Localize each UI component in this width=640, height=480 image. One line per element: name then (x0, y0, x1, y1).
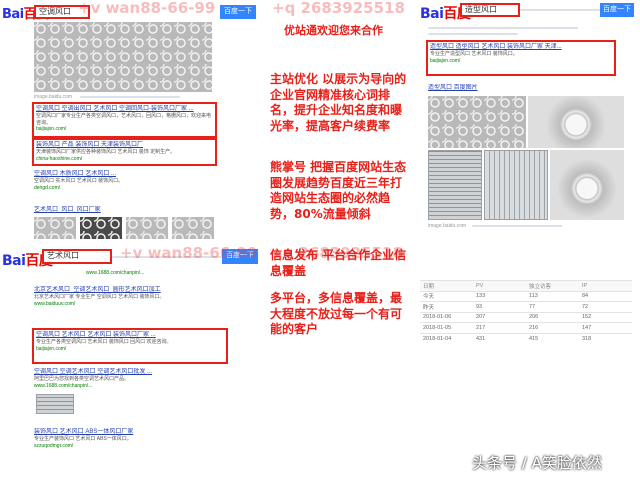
visitor-stats-table: 日期 PV 独立访客 IP 今天 133 113 84 昨天 93 77 72 … (420, 280, 632, 344)
search-input[interactable]: 艺术风口 (42, 249, 112, 264)
watermark-right: +q 2683925518 (272, 0, 405, 17)
serp-panel-top-right: Bai百度 造型风口 百度一下 造型风口 造型风口 艺术风口 装饰风口厂家 天津… (414, 0, 640, 250)
vent-grille-image[interactable] (428, 96, 526, 148)
table-cell: 133 (473, 290, 526, 302)
result-item[interactable]: 造型风口 造型风口 艺术风口 装饰风口厂家 天津... 专业生产造型风口 艺术风… (426, 40, 616, 76)
result-url[interactable]: www.1688.com/chanpin/... (86, 270, 144, 276)
result-url[interactable]: www.baiduuv.com/ (34, 301, 224, 308)
ceiling-vent-image[interactable] (528, 96, 624, 148)
promo-column: 优站通欢迎您来合作 主站优化 以展示为导向的企业官网精准核心词排名，提升企业知名… (270, 22, 410, 338)
table-cell: 431 (473, 332, 526, 344)
table-cell: 2018-01-04 (420, 332, 473, 344)
table-cell: 今天 (420, 290, 473, 302)
promo-paragraph: 多平台，多信息覆盖，最大程度不放过每一个有可能的客户 (270, 291, 403, 336)
result-title[interactable]: 造型风口 百度图片 (428, 84, 548, 92)
promo-paragraph: 熊掌号 把握百度网站生态圈发展趋势百度近三年打造网站生态圈的必然趋势，80%流量… (270, 160, 407, 221)
round-vent-image[interactable] (550, 150, 624, 220)
result-item[interactable]: 北京艺术风口_空调艺术风口_圆形艺术风口加工 北京艺术风口厂家 专业生产 空调风… (34, 286, 224, 322)
image-result-header[interactable]: 造型风口 百度图片 (428, 84, 548, 94)
divider (472, 225, 562, 227)
result-title[interactable]: 造型风口 造型风口 艺术风口 装饰风口厂家 天津... (430, 43, 612, 51)
thumbnail-image[interactable] (80, 217, 122, 239)
table-header: PV (473, 280, 526, 291)
author-watermark: 头条号 / A笑脸依然 (472, 454, 602, 472)
table-cell: 207 (473, 311, 526, 323)
result-item[interactable]: 装饰风口 艺术风口 ABS一体风口厂家 专业生产装饰风口 艺术风口 ABS一体风… (34, 428, 224, 474)
related-result[interactable]: 艺术风口_风口_风口厂家 (34, 206, 219, 216)
table-cell: 昨天 (420, 301, 473, 312)
result-title[interactable]: 空调风口 艺术风口 艺术风口 装饰风口厂家 ... (36, 331, 224, 339)
thumbnail-image[interactable] (172, 217, 214, 239)
thumbnail-image[interactable] (36, 394, 74, 414)
table-cell: 217 (473, 322, 526, 333)
promo-paragraph: 信息发布 平台合作企业信息覆盖 (270, 248, 407, 278)
result-title[interactable]: 空调风口 木质风口 艺术风口 ... (34, 170, 219, 178)
result-url[interactable]: dengd.com/ (34, 185, 219, 192)
serp-panel-bottom-left: Bai百度 艺术风口 百度一下 www.1688.com/chanpin/...… (0, 246, 262, 480)
table-row: 今天 133 113 84 (420, 290, 632, 302)
result-item[interactable]: 空调风口 艺术风口 艺术风口 装饰风口厂家 ... 专业生产各类空调风口 艺术风… (32, 328, 228, 364)
table-cell: 72 (579, 301, 632, 312)
search-button[interactable]: 百度一下 (600, 3, 634, 17)
result-item[interactable]: 装饰风口 产品 装饰风口 天津装饰风口厂 天津装饰风口厂家供应各种装饰风口 艺术… (32, 138, 217, 166)
table-header: 独立访客 (526, 280, 579, 291)
result-title[interactable]: 空调风口 空调艺术风口 空调艺术风口批发 ... (34, 368, 224, 376)
promo-headline: 优站通欢迎您来合作 (284, 24, 383, 37)
carved-vent-image[interactable] (34, 22, 212, 92)
result-url[interactable]: china-haoshine.com/ (36, 156, 213, 163)
result-title[interactable]: 装饰风口 产品 装饰风口 天津装饰风口厂 (36, 141, 213, 149)
table-cell: 318 (579, 332, 632, 344)
result-item[interactable]: 空调风口 木质风口 艺术风口 ... 空调风口 实木风口 艺术风口 装饰风口。 … (34, 170, 219, 200)
result-url[interactable]: szzuqodmgr.com/ (34, 443, 224, 450)
image-caption: image.baidu.com (428, 223, 467, 229)
search-input[interactable]: 造型风口 (460, 3, 520, 17)
search-input-rest (520, 9, 600, 11)
image-caption: image.baidu.com (34, 94, 73, 100)
thumbnail-image[interactable] (126, 217, 168, 239)
table-cell: 152 (579, 311, 632, 323)
search-button[interactable]: 百度一下 (220, 5, 256, 19)
table-row: 2018-01-04 431 415 318 (420, 332, 632, 344)
result-url[interactable]: baijiajxn.com/ (430, 58, 612, 65)
result-title[interactable]: 北京艺术风口_空调艺术风口_圆形艺术风口加工 (34, 286, 224, 294)
baidu-paw-icon: Bai (2, 7, 24, 22)
divider (80, 96, 180, 98)
ad-line (428, 27, 578, 29)
table-row: 昨天 93 77 72 (420, 301, 632, 312)
result-url[interactable]: baijiajxn.com/ (36, 126, 213, 133)
table-cell: 206 (526, 311, 579, 323)
result-title[interactable]: 空调风口 空调出风口 艺术风口 空调回风口-装饰风口厂家 ... (36, 105, 213, 113)
ad-line (428, 33, 518, 35)
result-item[interactable]: 空调风口 空调出风口 艺术风口 空调回风口-装饰风口厂家 ... 空调风口厂家专… (32, 102, 217, 138)
serp-panel-top-left: Bai百度 空调风口 百度一下 image.baidu.com 空调风口 空调出… (0, 0, 262, 246)
related-title[interactable]: 艺术风口_风口_风口厂家 (34, 206, 219, 214)
table-cell: 415 (526, 332, 579, 344)
result-desc: 空调风口厂家专业生产各类空调风口，艺术风口，回风口，格栅风口，欢迎来电咨询。 (36, 113, 212, 126)
table-header: 日期 (420, 280, 473, 291)
promo-paragraph: 主站优化 以展示为导向的企业官网精准核心词排名，提升企业知名度和曝光率，提高客户… (270, 72, 407, 133)
watermark-left-repeat: +v wan88-66-99 (120, 244, 258, 262)
table-row: 2018-01-06 207 206 152 (420, 311, 632, 323)
table-cell: 2018-01-05 (420, 322, 473, 333)
baidu-paw-icon: Bai (2, 253, 26, 269)
table-row: 2018-01-05 217 216 147 (420, 322, 632, 333)
table-cell: 93 (473, 301, 526, 312)
louver-vent-image[interactable] (428, 150, 482, 220)
baidu-paw-icon: Bai (420, 6, 444, 22)
table-cell: 77 (526, 301, 579, 312)
watermark-left: +v wan88-66-99 (78, 0, 216, 17)
table-cell: 113 (526, 290, 579, 302)
thumbnail-image[interactable] (34, 217, 76, 239)
table-cell: 216 (526, 322, 579, 333)
table-header: IP (579, 280, 632, 291)
table-header-row: 日期 PV 独立访客 IP (420, 280, 632, 291)
table-cell: 84 (579, 290, 632, 302)
table-cell: 147 (579, 322, 632, 333)
result-url[interactable]: www.1688.com/chanpin/... (34, 383, 224, 390)
result-title[interactable]: 装饰风口 艺术风口 ABS一体风口厂家 (34, 428, 224, 436)
table-cell: 2018-01-06 (420, 311, 473, 323)
louver-vent-image[interactable] (484, 150, 548, 220)
result-url[interactable]: baijiajxn.com/ (36, 346, 224, 353)
